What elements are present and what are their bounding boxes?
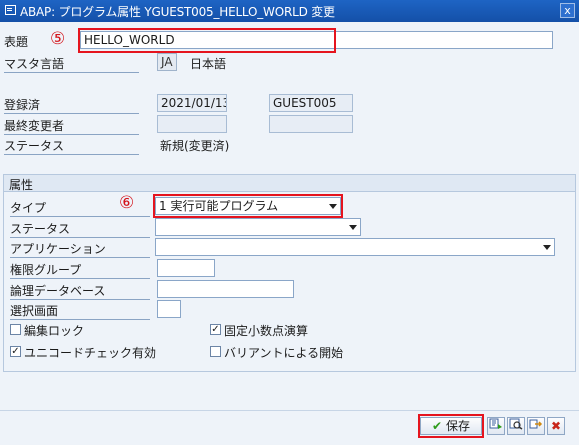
fixed-point-arithmetic-label: 固定小数点演算 <box>224 324 309 338</box>
attr-status-label: ステータス <box>10 220 150 238</box>
window-title: ABAP: プログラム属性 YGUEST005_HELLO_WORLD 変更 <box>20 5 335 19</box>
highlight-box-type <box>153 194 343 218</box>
selection-screen-input[interactable] <box>157 300 181 318</box>
master-language-name: 日本語 <box>190 57 227 71</box>
where-used-button[interactable] <box>487 417 505 435</box>
start-with-variant-checkbox[interactable] <box>210 346 221 357</box>
start-with-variant-label: バリアントによる開始 <box>224 346 344 360</box>
master-language-label: マスタ言語 <box>4 55 139 73</box>
master-language-code: JA <box>157 53 177 71</box>
attributes-group-header: 属性 <box>4 175 575 192</box>
auth-group-input[interactable] <box>157 259 215 277</box>
close-button[interactable]: x <box>560 3 575 18</box>
chevron-down-icon[interactable] <box>349 225 357 230</box>
registered-label: 登録済 <box>4 96 139 114</box>
last-changed-date <box>157 115 227 133</box>
display-object-icon <box>509 418 523 430</box>
attributes-group-title: 属性 <box>9 178 34 192</box>
transfer-icon <box>529 419 543 429</box>
annotation-marker-6: ⑥ <box>119 193 135 213</box>
last-changed-user <box>269 115 353 133</box>
display-object-button[interactable] <box>507 417 525 435</box>
last-changed-label: 最終変更者 <box>4 117 139 135</box>
application-dropdown[interactable] <box>155 238 555 256</box>
attr-status-dropdown[interactable] <box>155 218 361 236</box>
edit-lock-label: 編集ロック <box>24 324 85 338</box>
registered-user: GUEST005 <box>269 94 353 112</box>
unicode-check-checkbox[interactable]: ✓ <box>10 346 21 357</box>
application-label: アプリケーション <box>10 240 150 258</box>
highlight-box-title <box>78 28 336 53</box>
sap-window-icon <box>5 5 16 15</box>
window-titlebar: ABAP: プログラム属性 YGUEST005_HELLO_WORLD 変更 x <box>0 0 579 22</box>
where-used-icon <box>489 418 502 429</box>
cancel-icon: ✖ <box>550 419 562 433</box>
fixed-point-arithmetic-checkbox[interactable]: ✓ <box>210 324 221 335</box>
logical-db-input[interactable] <box>157 280 294 298</box>
selection-screen-label: 選択画面 <box>10 302 150 320</box>
annotation-marker-5: ⑤ <box>50 29 66 49</box>
unicode-check-label: ユニコードチェック有効 <box>24 346 157 360</box>
transfer-button[interactable] <box>527 417 545 435</box>
registered-date: 2021/01/13 <box>157 94 227 112</box>
status-label: ステータス <box>4 137 139 155</box>
logical-db-label: 論理データベース <box>10 282 150 300</box>
edit-lock-checkbox[interactable] <box>10 324 21 335</box>
status-value: 新規(変更済) <box>160 139 230 153</box>
chevron-down-icon[interactable] <box>543 245 551 250</box>
title-label: 表題 <box>4 35 29 49</box>
cancel-button[interactable]: ✖ <box>547 417 565 435</box>
auth-group-label: 権限グループ <box>10 261 150 279</box>
footer-divider <box>0 410 579 411</box>
highlight-box-save <box>418 414 484 438</box>
